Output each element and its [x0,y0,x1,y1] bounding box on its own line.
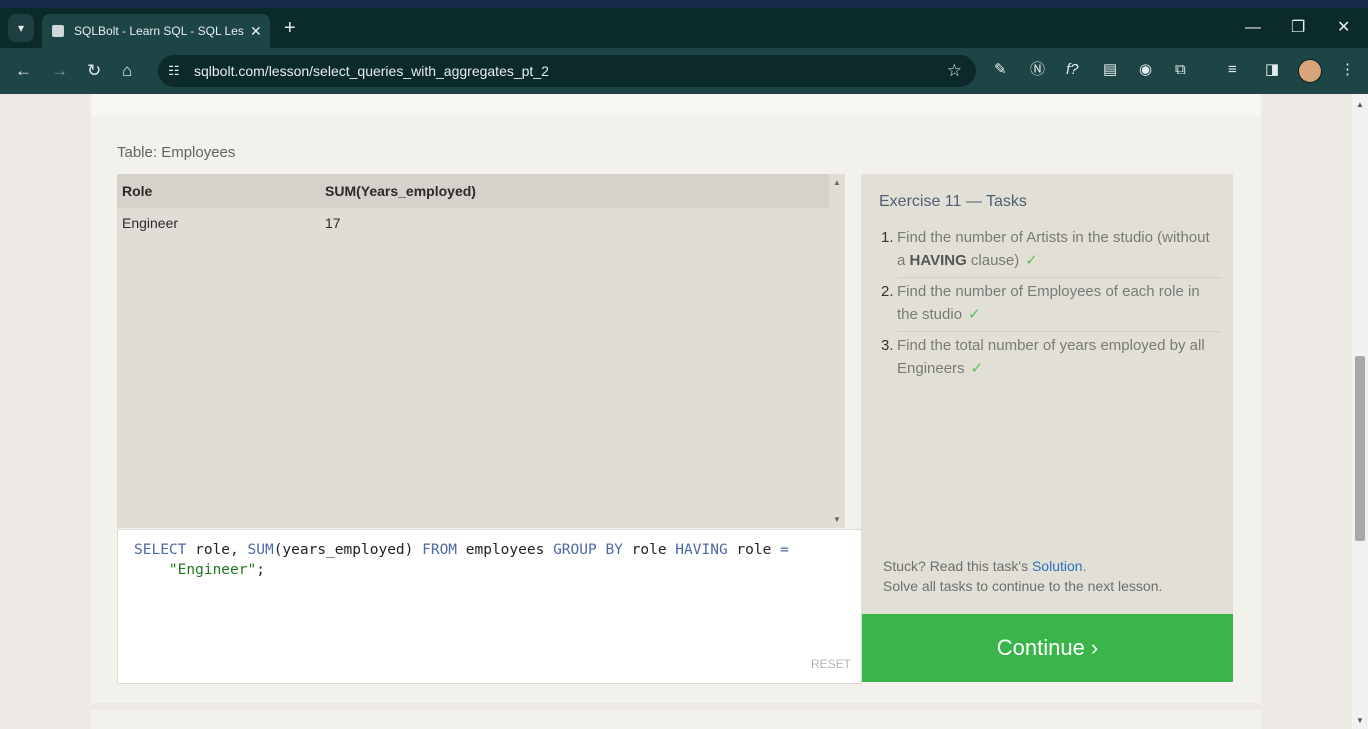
table-cell: 17 [325,215,341,231]
sql-keyword: SELECT [134,542,187,558]
tab-search-button[interactable]: ▾ [8,14,34,42]
stuck-suffix: . [1082,558,1087,574]
task-keyword: HAVING [909,252,967,269]
task-number: 1. [881,229,894,246]
tasks-panel: Exercise 11 — Tasks 1. Find the number o… [861,174,1233,614]
table-row: Engineer 17 [117,208,844,238]
table-cell: Engineer [122,215,179,231]
sql-keyword: SUM [247,542,274,558]
page-viewport: Table: Employees Role SUM(Years_employed… [0,94,1352,729]
sql-text: role [622,542,676,558]
extensions-puzzle-icon[interactable]: ⧉ [1175,61,1186,79]
task-divider [897,331,1221,332]
check-icon: ✓ [968,306,981,323]
bookmark-star-icon[interactable]: ☆ [947,61,962,81]
page-scrollbar[interactable]: ▲ ▼ [1352,94,1368,729]
profile-avatar[interactable] [1298,59,1322,83]
tab-title: SQLBolt - Learn SQL - SQL Lesson [74,24,244,38]
sql-string: "Engineer" [168,562,257,578]
sql-text: role [727,542,781,558]
results-table: Role SUM(Years_employed) Engineer 17 [117,174,844,238]
browser-menu-icon[interactable]: ⋮ [1340,61,1355,79]
task-item-3: 3. Find the total number of years employ… [881,334,1221,380]
panel-top-strip [91,94,1261,116]
scroll-up-icon[interactable]: ▲ [833,178,841,187]
sql-operator: = [780,542,789,558]
sql-editor[interactable]: SELECT role, SUM(years_employed) FROM em… [117,529,862,684]
tab-close-icon[interactable]: ✕ [250,23,262,40]
sql-text: employees [457,542,554,558]
os-top-strip [0,0,1368,8]
sql-text: ; [256,562,265,578]
check-icon: ✓ [1025,252,1038,269]
reset-button[interactable]: RESET [811,657,851,671]
task-text: Find the number of Employees of each rol… [897,283,1200,323]
task-divider [897,277,1221,278]
eyedropper-extension-icon[interactable]: ✎ [994,61,1007,79]
exercise-panel: Table: Employees Role SUM(Years_employed… [91,94,1261,703]
circle-extension-icon[interactable]: ◉ [1139,61,1152,79]
minimize-button[interactable]: — [1245,16,1261,40]
new-tab-button[interactable]: + [284,16,296,40]
column-header-sum: SUM(Years_employed) [320,174,844,208]
sql-keyword: FROM [422,542,458,558]
url-text[interactable]: sqlbolt.com/lesson/select_queries_with_a… [194,63,549,79]
browser-toolbar: ← → ↻ ⌂ ☷ sqlbolt.com/lesson/select_quer… [0,48,1368,94]
formula-extension-icon[interactable]: f? [1066,61,1079,79]
tab-sqlbolt[interactable]: SQLBolt - Learn SQL - SQL Lesson ✕ [42,14,270,48]
scroll-down-icon[interactable]: ▼ [1356,716,1364,725]
task-item-2: 2. Find the number of Employees of each … [881,280,1221,326]
calendar-extension-icon[interactable]: ▤ [1103,61,1117,79]
maximize-button[interactable]: ❐ [1291,16,1305,40]
table-label: Table: Employees [117,144,236,161]
task-item-1: 1. Find the number of Artists in the stu… [881,226,1221,272]
column-header-role: Role [117,174,320,208]
page-footer [91,710,1261,729]
scrollbar-thumb[interactable] [1355,356,1365,541]
side-panel-icon[interactable]: ◨ [1265,61,1279,79]
notes-extension-icon[interactable]: Ⓝ [1030,61,1045,79]
close-window-button[interactable]: ✕ [1337,16,1350,40]
reload-icon[interactable]: ↻ [87,60,101,82]
task-text: Find the total number of years employed … [897,337,1205,377]
sql-keyword: HAVING [675,542,728,558]
solution-link[interactable]: Solution [1032,558,1083,574]
continue-button[interactable]: Continue › [862,614,1233,682]
database-icon [52,25,64,37]
sql-keyword: GROUP BY [553,542,623,558]
scroll-down-icon[interactable]: ▼ [833,515,841,524]
site-info-icon[interactable]: ☷ [168,63,180,79]
chevron-down-icon: ▾ [17,21,25,35]
sql-text: (years_employed) [273,542,423,558]
solve-all-text: Solve all tasks to continue to the next … [883,578,1163,594]
task-text: clause) [966,252,1020,269]
sql-code[interactable]: SELECT role, SUM(years_employed) FROM em… [134,540,789,580]
stuck-help-text: Stuck? Read this task's Solution. [883,558,1086,574]
scroll-up-icon[interactable]: ▲ [1356,100,1364,109]
tab-bar: ▾ SQLBolt - Learn SQL - SQL Lesson ✕ + —… [0,8,1368,48]
task-number: 2. [881,283,894,300]
stuck-prefix: Stuck? Read this task's [883,558,1032,574]
back-icon[interactable]: ← [15,60,32,82]
results-table-container: Role SUM(Years_employed) Engineer 17 ▲ ▼ [117,174,845,528]
results-scrollbar[interactable]: ▲ ▼ [829,174,845,528]
task-number: 3. [881,337,894,354]
sql-text: role, [186,542,248,558]
home-icon[interactable]: ⌂ [122,60,132,82]
check-icon: ✓ [970,360,984,377]
forward-icon[interactable]: → [51,60,68,82]
tasks-title: Exercise 11 — Tasks [879,193,1027,210]
sql-indent [134,562,169,578]
address-bar[interactable]: ☷ sqlbolt.com/lesson/select_queries_with… [158,55,976,87]
media-control-icon[interactable]: ≡ [1228,61,1237,79]
